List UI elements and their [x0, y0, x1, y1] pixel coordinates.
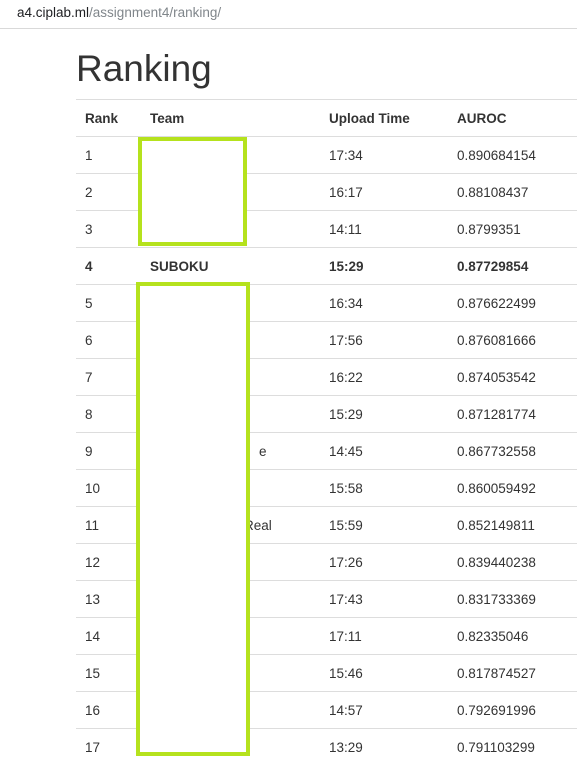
cell-upload-time: 17:34 [320, 136, 448, 174]
cell-upload-time: 17:26 [320, 543, 448, 581]
cell-auroc: 0.852149811 [448, 506, 577, 544]
cell-upload-time: 16:17 [320, 173, 448, 211]
cell-auroc: 0.860059492 [448, 469, 577, 507]
cell-upload-time: 17:43 [320, 580, 448, 618]
redaction-box-top [138, 137, 247, 246]
cell-rank: 15 [76, 654, 141, 692]
table-row-highlighted: 4 SUBOKU 15:29 0.87729854 [76, 247, 577, 285]
cell-upload-time: 16:34 [320, 284, 448, 322]
cell-rank: 7 [76, 358, 141, 396]
page-title: Ranking [76, 48, 212, 89]
cell-upload-time: 15:59 [320, 506, 448, 544]
cell-rank: 11 [76, 506, 141, 544]
header-upload-time: Upload Time [320, 99, 448, 137]
cell-rank: 17 [76, 728, 141, 766]
cell-auroc: 0.871281774 [448, 395, 577, 433]
cell-auroc: 0.831733369 [448, 580, 577, 618]
cell-rank: 14 [76, 617, 141, 655]
cell-upload-time: 14:11 [320, 210, 448, 248]
header-rank: Rank [76, 99, 141, 137]
table-header-row: Rank Team Upload Time AUROC [76, 99, 577, 137]
header-auroc: AUROC [448, 99, 577, 137]
cell-auroc: 0.876622499 [448, 284, 577, 322]
cell-upload-time: 17:56 [320, 321, 448, 359]
cell-rank: 6 [76, 321, 141, 359]
cell-auroc: 0.874053542 [448, 358, 577, 396]
cell-upload-time: 16:22 [320, 358, 448, 396]
cell-rank: 10 [76, 469, 141, 507]
cell-auroc: 0.876081666 [448, 321, 577, 359]
cell-auroc: 0.839440238 [448, 543, 577, 581]
cell-upload-time: 14:57 [320, 691, 448, 729]
address-bar[interactable]: a4.ciplab.ml/assignment4/ranking/ [0, 0, 577, 29]
cell-auroc: 0.867732558 [448, 432, 577, 470]
cell-auroc: 0.8799351 [448, 210, 577, 248]
cell-rank: 3 [76, 210, 141, 248]
cell-rank: 5 [76, 284, 141, 322]
cell-auroc: 0.88108437 [448, 173, 577, 211]
url-path: /assignment4/ranking/ [89, 5, 222, 20]
url-text[interactable]: a4.ciplab.ml/assignment4/ranking/ [17, 5, 221, 21]
cell-auroc: 0.82335046 [448, 617, 577, 655]
cell-upload-time: 17:11 [320, 617, 448, 655]
cell-upload-time: 13:29 [320, 728, 448, 766]
cell-rank: 16 [76, 691, 141, 729]
cell-auroc: 0.791103299 [448, 728, 577, 766]
redaction-box-bottom [136, 282, 250, 756]
cell-upload-time: 15:29 [320, 395, 448, 433]
cell-rank: 13 [76, 580, 141, 618]
cell-rank: 1 [76, 136, 141, 174]
cell-upload-time: 14:45 [320, 432, 448, 470]
cell-rank: 9 [76, 432, 141, 470]
header-team: Team [141, 99, 320, 137]
cell-team: SUBOKU [141, 247, 320, 285]
cell-auroc: 0.87729854 [448, 247, 577, 285]
cell-upload-time: 15:46 [320, 654, 448, 692]
url-host: a4.ciplab.ml [17, 5, 90, 20]
cell-upload-time: 15:58 [320, 469, 448, 507]
cell-auroc: 0.792691996 [448, 691, 577, 729]
cell-rank: 12 [76, 543, 141, 581]
cell-rank: 2 [76, 173, 141, 211]
cell-rank: 4 [76, 247, 141, 285]
cell-upload-time: 15:29 [320, 247, 448, 285]
cell-auroc: 0.890684154 [448, 136, 577, 174]
cell-rank: 8 [76, 395, 141, 433]
cell-auroc: 0.817874527 [448, 654, 577, 692]
